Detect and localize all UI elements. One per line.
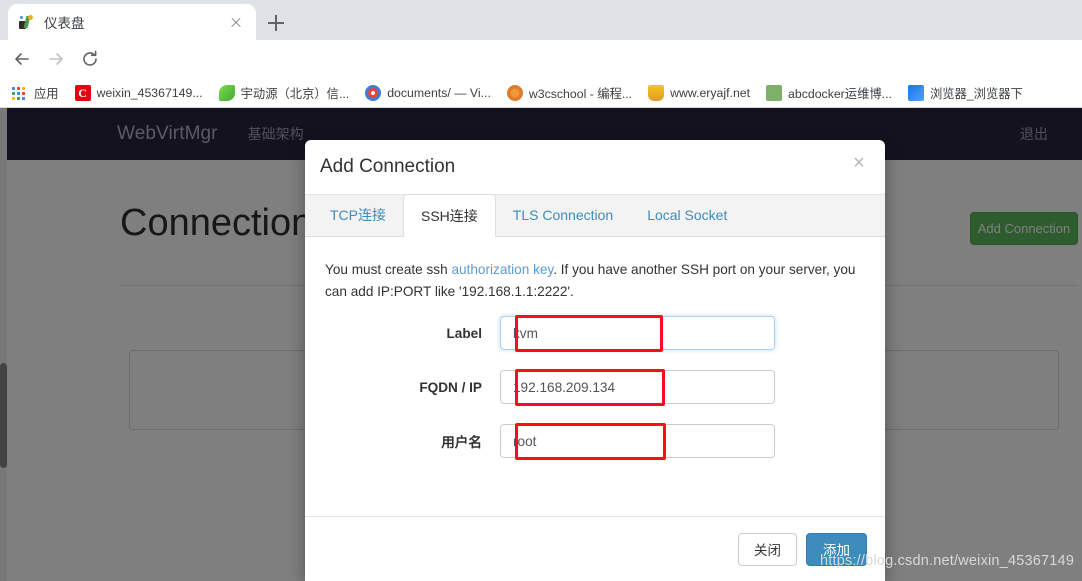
close-button[interactable]: 关闭 bbox=[738, 532, 797, 566]
bookmark-label: www.eryajf.net bbox=[670, 85, 751, 100]
field-label: Label bbox=[446, 325, 482, 341]
tab-ssh-connection[interactable]: SSH连接 bbox=[403, 194, 496, 237]
apps-grid-icon bbox=[12, 85, 28, 101]
pin-icon bbox=[648, 84, 665, 101]
modal-footer: 关闭 添加 bbox=[305, 516, 885, 581]
new-tab-icon[interactable] bbox=[262, 9, 290, 37]
authorization-key-link[interactable]: authorization key bbox=[451, 262, 553, 277]
browser-tabstrip: 仪表盘 bbox=[0, 0, 1082, 40]
tab-local-socket[interactable]: Local Socket bbox=[630, 194, 744, 236]
modal-header: Add Connection × bbox=[305, 140, 885, 195]
forward-button-icon bbox=[46, 49, 66, 69]
browser-tab-title: 仪表盘 bbox=[44, 16, 85, 31]
tab-tls-connection[interactable]: TLS Connection bbox=[496, 194, 630, 236]
webvirtmgr-favicon-icon bbox=[18, 14, 35, 31]
bookmark-csdn[interactable]: C weixin_45367149... bbox=[74, 84, 203, 101]
close-tab-icon[interactable] bbox=[226, 12, 246, 32]
modal-tabs: TCP连接 SSH连接 TLS Connection Local Socket bbox=[305, 194, 885, 237]
modal-body: You must create ssh authorization key. I… bbox=[305, 237, 885, 465]
bookmark-label: w3cschool - 编程... bbox=[528, 86, 633, 101]
description-before: You must create ssh bbox=[325, 262, 452, 277]
csdn-icon: C bbox=[74, 84, 91, 101]
bookmark-browser[interactable]: 浏览器_浏览器下 bbox=[907, 84, 1023, 102]
bookmark-abcdocker[interactable]: abcdocker运维博... bbox=[766, 84, 892, 102]
bookmark-label: abcdocker运维博... bbox=[788, 86, 892, 101]
bookmark-label: weixin_45367149... bbox=[96, 85, 203, 100]
tab-tcp-connection[interactable]: TCP连接 bbox=[313, 194, 403, 236]
field-label: FQDN / IP bbox=[419, 379, 482, 395]
bookmark-label: 浏览器_浏览器下 bbox=[929, 86, 1023, 101]
form-row-username: 用户名 bbox=[305, 417, 885, 465]
bookmark-yudongyuan[interactable]: 宇动源（北京）信... bbox=[218, 84, 350, 102]
vi-ring-icon bbox=[365, 84, 382, 101]
bookmark-label: 应用 bbox=[34, 86, 59, 101]
reload-button-icon[interactable] bbox=[80, 49, 100, 69]
add-connection-modal: Add Connection × TCP连接 SSH连接 TLS Connect… bbox=[305, 140, 885, 581]
w3cschool-icon bbox=[506, 84, 523, 101]
modal-title: Add Connection bbox=[320, 156, 456, 177]
watermark: https://blog.csdn.net/weixin_45367149 bbox=[820, 553, 1075, 569]
doc-icon bbox=[766, 84, 783, 101]
back-button-icon[interactable] bbox=[12, 49, 32, 69]
browser-window: 仪表盘 不安全 192.168.209.134 /servers/ bbox=[0, 0, 1082, 581]
field-label: 用户名 bbox=[441, 435, 482, 450]
bookmark-label: 宇动源（北京）信... bbox=[240, 86, 350, 101]
bookmarks-bar: 应用 C weixin_45367149... 宇动源（北京）信... docu… bbox=[0, 78, 1082, 108]
fqdn-ip-input[interactable] bbox=[500, 370, 775, 404]
form-row-label: Label bbox=[305, 309, 885, 357]
bookmark-documents[interactable]: documents/ — Vi... bbox=[365, 84, 491, 101]
browser-tab[interactable]: 仪表盘 bbox=[8, 4, 256, 40]
bookmark-w3cschool[interactable]: w3cschool - 编程... bbox=[506, 84, 633, 102]
label-input[interactable] bbox=[500, 316, 775, 350]
browser-icon bbox=[907, 84, 924, 101]
close-icon[interactable]: × bbox=[849, 153, 869, 173]
bookmark-apps[interactable]: 应用 bbox=[12, 84, 59, 102]
modal-description: You must create ssh authorization key. I… bbox=[325, 259, 865, 303]
leaf-icon bbox=[218, 84, 235, 101]
username-input[interactable] bbox=[500, 424, 775, 458]
form-row-fqdn: FQDN / IP bbox=[305, 363, 885, 411]
bookmark-label: documents/ — Vi... bbox=[387, 85, 491, 100]
browser-toolbar: 不安全 192.168.209.134 /servers/ bbox=[0, 40, 1082, 108]
bookmark-eryajf[interactable]: www.eryajf.net bbox=[648, 84, 751, 101]
